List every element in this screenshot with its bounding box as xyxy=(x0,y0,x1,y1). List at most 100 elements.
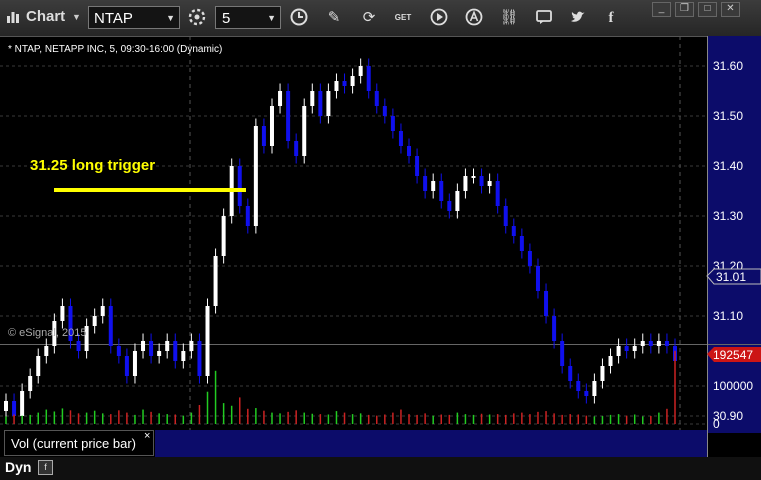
candle-body xyxy=(124,356,129,376)
candle-body xyxy=(656,341,661,346)
candle-body xyxy=(568,366,573,381)
play-icon[interactable] xyxy=(428,7,450,29)
candle-body xyxy=(390,116,395,131)
close-indicator-icon[interactable]: × xyxy=(144,430,150,442)
maximize-button[interactable]: □ xyxy=(698,2,717,17)
candle-body xyxy=(576,381,581,391)
candle-body xyxy=(4,401,8,411)
chart-header: * NTAP, NETAPP INC, 5, 09:30-16:00 (Dyna… xyxy=(8,44,222,55)
candle-body xyxy=(100,306,105,316)
chevron-down-icon[interactable]: ▼ xyxy=(267,7,276,30)
symbol-input[interactable]: NTAP ▼ xyxy=(88,6,180,29)
candle-body xyxy=(544,291,549,316)
annotation-label: 31.25 long trigger xyxy=(30,157,155,174)
candle-body xyxy=(36,356,41,376)
candle-body xyxy=(535,266,540,291)
volume-value: 192547 xyxy=(713,348,753,362)
title-dropdown-icon[interactable]: ▼ xyxy=(72,12,81,22)
facebook-icon[interactable]: f xyxy=(600,7,622,29)
candle-body xyxy=(149,341,154,356)
price-scale-bg xyxy=(707,36,761,344)
candle-body xyxy=(181,351,186,361)
candle-body xyxy=(278,91,283,106)
candle-body xyxy=(600,366,605,381)
toolbar: Chart ▼ NTAP ▼ 5 ▼ ✎ ⟳ GET ⛓ f _ ❐ □ ✕ xyxy=(0,0,761,37)
candle-body xyxy=(245,206,250,226)
refresh-icon[interactable]: ⟳ xyxy=(358,7,380,29)
symbol-value: NTAP xyxy=(94,10,133,27)
chart-window-icon[interactable] xyxy=(6,10,20,24)
candle-body xyxy=(455,191,460,211)
candle-body xyxy=(20,391,25,416)
candle-body xyxy=(334,81,339,91)
candle-body xyxy=(76,341,81,351)
candle-body xyxy=(479,176,484,186)
candle-body xyxy=(503,206,508,226)
mode-label[interactable]: Dyn xyxy=(5,459,31,475)
interval-input[interactable]: 5 ▼ xyxy=(215,6,281,29)
chat-icon[interactable] xyxy=(533,7,555,29)
candle-body xyxy=(28,376,33,391)
candle-body xyxy=(487,181,492,186)
candle-body xyxy=(447,201,452,211)
window-title: Chart xyxy=(26,8,66,25)
y-tick-label: 31.10 xyxy=(713,309,743,323)
candle-body xyxy=(471,176,476,178)
candle-body xyxy=(398,131,403,146)
candle-body xyxy=(294,141,299,156)
candle-body xyxy=(624,346,629,351)
candle-body xyxy=(511,226,516,236)
candle-body xyxy=(382,106,387,116)
link-icon[interactable]: ⛓ xyxy=(498,7,520,29)
candle-body xyxy=(374,91,379,106)
indicator-bar-bg xyxy=(155,430,707,457)
alert-icon[interactable] xyxy=(463,7,485,29)
lock-icon[interactable]: f xyxy=(38,460,53,475)
y-tick-label: 31.30 xyxy=(713,209,743,223)
y-tick-label: 31.60 xyxy=(713,59,743,73)
close-button[interactable]: ✕ xyxy=(721,2,740,17)
indicator-label[interactable]: Vol (current price bar) xyxy=(4,430,154,456)
restore-button[interactable]: ❐ xyxy=(675,2,694,17)
chevron-down-icon[interactable]: ▼ xyxy=(166,7,175,30)
candle-body xyxy=(648,341,653,346)
candle-body xyxy=(132,351,137,376)
candle-body xyxy=(269,106,274,146)
candle-body xyxy=(157,351,162,356)
candle-body xyxy=(560,341,565,366)
volume-tick-label: 0 xyxy=(713,417,720,431)
candle-body xyxy=(350,76,355,86)
candle-body xyxy=(463,176,468,191)
copyright-label: © eSignal, 2015 xyxy=(8,327,86,339)
candle-body xyxy=(237,166,242,206)
candle-body xyxy=(310,91,315,106)
candle-body xyxy=(189,341,194,351)
candle-body xyxy=(342,81,347,86)
y-tick-label: 31.40 xyxy=(713,159,743,173)
candle-body xyxy=(116,346,121,356)
candle-body xyxy=(664,341,669,346)
candle-body xyxy=(326,91,331,116)
twitter-icon[interactable] xyxy=(567,7,589,29)
get-icon[interactable]: GET xyxy=(392,7,414,29)
candle-body xyxy=(592,381,597,396)
candle-body xyxy=(439,181,444,201)
pencil-icon[interactable]: ✎ xyxy=(323,7,345,29)
gear-icon[interactable] xyxy=(186,7,208,29)
candle-body xyxy=(60,306,65,321)
candle-body xyxy=(431,181,436,191)
price-chart[interactable]: 2311:3513:3524 31.6031.5031.4031.3031.20… xyxy=(0,36,761,460)
current-price: 31.01 xyxy=(716,270,746,284)
candle-body xyxy=(519,236,524,251)
candle-body xyxy=(173,341,178,361)
interval-value: 5 xyxy=(222,10,231,27)
chart-area[interactable]: 2311:3513:3524 31.6031.5031.4031.3031.20… xyxy=(0,36,761,460)
candle-body xyxy=(318,91,323,116)
candle-body xyxy=(302,106,307,156)
minimize-button[interactable]: _ xyxy=(652,2,671,17)
clock-icon[interactable] xyxy=(288,7,310,29)
candle-body xyxy=(584,391,589,396)
candle-body xyxy=(221,216,226,256)
candle-body xyxy=(608,356,613,366)
candle-body xyxy=(205,306,210,376)
